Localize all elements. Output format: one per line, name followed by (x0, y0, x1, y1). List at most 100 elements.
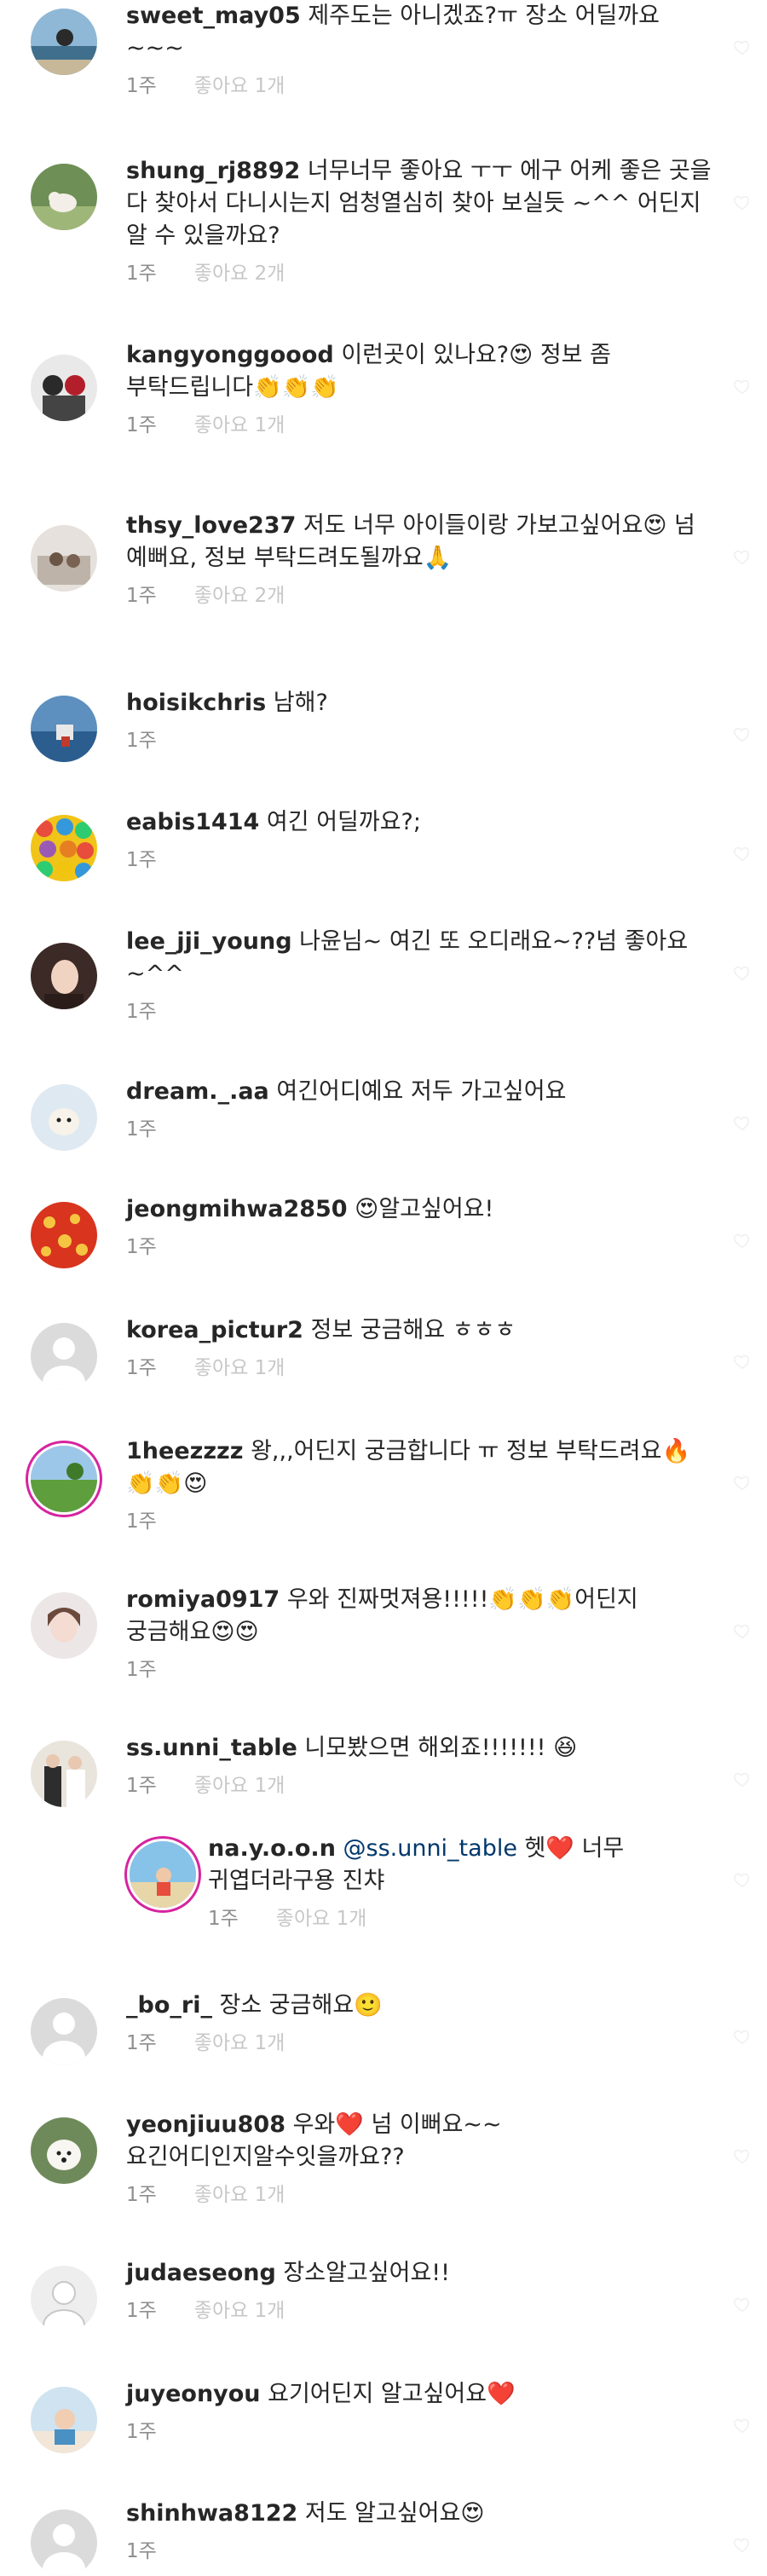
username-link[interactable]: lee_jji_young (126, 928, 292, 955)
username-link[interactable]: juyeonyou (126, 2381, 261, 2407)
avatar[interactable] (31, 1084, 97, 1151)
puppy-photo-avatar (31, 1084, 97, 1151)
timestamp: 1주 (126, 2421, 157, 2443)
comment-meta: 1주 (126, 1509, 716, 1534)
avatar[interactable] (31, 2387, 97, 2453)
avatar[interactable] (31, 164, 97, 230)
likes-count-button[interactable]: 좋아요 1개 (194, 1355, 285, 1381)
like-heart-icon[interactable] (733, 1473, 752, 1492)
like-heart-icon[interactable] (733, 2027, 752, 2046)
likes-count-button[interactable]: 좋아요 2개 (194, 583, 285, 609)
avatar[interactable] (31, 1741, 97, 1807)
like-heart-icon[interactable] (733, 2535, 752, 2554)
comment-text: dream._.aa 여긴어디예요 저두 가고싶어요 (126, 1076, 716, 1108)
avatar[interactable] (31, 1446, 97, 1512)
likes-count-button[interactable]: 좋아요 1개 (194, 73, 285, 99)
timestamp: 1주 (126, 1510, 157, 1533)
like-heart-icon[interactable] (733, 377, 752, 396)
username-link[interactable]: korea_pictur2 (126, 1317, 303, 1343)
comment-text: 1heezzzz 왕,,,어딘지 궁금합니다 ㅠ 정보 부탁드려요🔥👏👏😍 (126, 1435, 716, 1500)
comment-meta: 1주 좋아요 1개 (126, 1773, 716, 1799)
like-heart-icon[interactable] (733, 2146, 752, 2165)
baby-photo-avatar (31, 2387, 97, 2453)
username-link[interactable]: shung_rj8892 (126, 158, 300, 184)
timestamp: 1주 (126, 2300, 157, 2322)
comment-text: ss.unni_table 니모봤으면 해외죠!!!!!!! 😆 (126, 1732, 716, 1765)
comment-text: na.y.o.o.n @ss.unni_table 헷❤️ 너무 귀엽더라구용 … (208, 1833, 716, 1897)
comment-meta: 1주 좋아요 1개 (208, 1906, 716, 1932)
timestamp: 1주 (126, 849, 157, 871)
username-link[interactable]: judaeseong (126, 2260, 276, 2286)
kids-photo-avatar (31, 525, 97, 592)
timestamp: 1주 (126, 75, 157, 97)
comment-text: romiya0917 우와 진짜멋져용!!!!!👏👏👏어딘지 궁금해요😍😍 (126, 1584, 716, 1649)
username-link[interactable]: romiya0917 (126, 1586, 280, 1613)
like-heart-icon[interactable] (733, 1770, 752, 1788)
avatar[interactable] (31, 815, 97, 881)
likes-count-button[interactable]: 좋아요 1개 (194, 2182, 285, 2208)
comment-meta: 1주 (126, 1117, 716, 1142)
comment-body: 니모봤으면 해외죠!!!!!!! 😆 (297, 1735, 578, 1761)
comment-meta: 1주 좋아요 1개 (126, 2298, 716, 2324)
likes-count-button[interactable]: 좋아요 1개 (194, 2030, 285, 2056)
likes-count-button[interactable]: 좋아요 1개 (194, 413, 285, 438)
likes-count-button[interactable]: 좋아요 1개 (194, 1773, 285, 1799)
username-link[interactable]: hoisikchris (126, 690, 266, 716)
username-link[interactable]: jeongmihwa2850 (126, 1196, 348, 1222)
comment-text: eabis1414 여긴 어딜까요?; (126, 806, 716, 839)
timestamp: 1주 (126, 1236, 157, 1258)
avatar[interactable] (31, 9, 97, 75)
avatar[interactable] (31, 1202, 97, 1268)
username-link[interactable]: eabis1414 (126, 809, 259, 835)
avatar[interactable] (31, 2510, 97, 2576)
username-link[interactable]: kangyonggoood (126, 342, 334, 368)
comments-list: sweet_may05 제주도는 아니겠죠?ㅠ 장소 어딜까요~~~ 1주 좋아요 … (0, 0, 767, 2576)
username-link[interactable]: dream._.aa (126, 1078, 269, 1105)
like-heart-icon[interactable] (733, 844, 752, 863)
username-link[interactable]: na.y.o.o.n (208, 1835, 336, 1862)
like-heart-icon[interactable] (733, 2416, 752, 2434)
username-link[interactable]: sweet_may05 (126, 3, 301, 29)
timestamp: 1주 (126, 730, 157, 752)
like-heart-icon[interactable] (733, 1870, 752, 1889)
timestamp: 1주 (126, 1001, 157, 1023)
avatar[interactable] (31, 355, 97, 421)
default-avatar (31, 1998, 97, 2065)
like-heart-icon[interactable] (733, 193, 752, 211)
username-link[interactable]: thsy_love237 (126, 512, 296, 539)
username-link[interactable]: 1heezzzz (126, 1438, 244, 1464)
username-link[interactable]: shinhwa8122 (126, 2500, 297, 2527)
username-link[interactable]: _bo_ri_ (126, 1992, 212, 2019)
username-link[interactable]: yeonjiuu808 (126, 2111, 285, 2138)
avatar[interactable] (31, 2266, 97, 2332)
likes-count-button[interactable]: 좋아요 2개 (194, 261, 285, 286)
like-heart-icon[interactable] (733, 38, 752, 56)
timestamp: 1주 (126, 585, 157, 607)
beach-photo-avatar (31, 9, 97, 75)
timestamp: 1주 (126, 2032, 157, 2054)
username-link[interactable]: ss.unni_table (126, 1735, 297, 1761)
comment-text: judaeseong 장소알고싶어요!! (126, 2257, 716, 2290)
like-heart-icon[interactable] (733, 547, 752, 566)
avatar[interactable] (130, 1841, 196, 1908)
like-heart-icon[interactable] (733, 2295, 752, 2313)
like-heart-icon[interactable] (733, 1113, 752, 1132)
mention-link[interactable]: @ss.unni_table (336, 1835, 517, 1862)
like-heart-icon[interactable] (733, 1352, 752, 1371)
avatar[interactable] (31, 2117, 97, 2184)
comment-meta: 1주 (126, 2419, 716, 2445)
like-heart-icon[interactable] (733, 963, 752, 982)
avatar[interactable] (31, 1998, 97, 2065)
avatar[interactable] (31, 696, 97, 762)
like-heart-icon[interactable] (733, 1231, 752, 1250)
avatar[interactable] (31, 943, 97, 1009)
likes-count-button[interactable]: 좋아요 1개 (194, 2298, 285, 2324)
avatar[interactable] (31, 1323, 97, 1389)
like-heart-icon[interactable] (733, 725, 752, 743)
comment-meta: 1주 좋아요 1개 (126, 1355, 716, 1381)
avatar[interactable] (31, 525, 97, 592)
timestamp: 1주 (126, 1118, 157, 1141)
avatar[interactable] (31, 1592, 97, 1659)
likes-count-button[interactable]: 좋아요 1개 (276, 1906, 367, 1932)
like-heart-icon[interactable] (733, 1621, 752, 1640)
